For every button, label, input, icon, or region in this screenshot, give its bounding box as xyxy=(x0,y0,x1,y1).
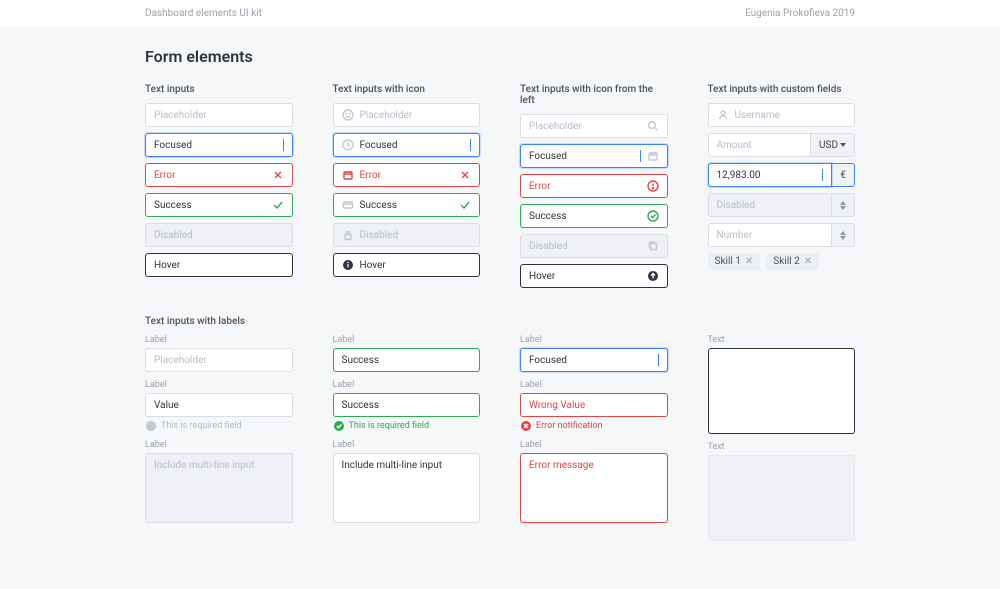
close-icon[interactable]: ✕ xyxy=(745,256,753,267)
labeled-wrong[interactable]: Wrong Value xyxy=(520,393,668,417)
field-hint-success: This is required field xyxy=(333,420,481,432)
page-title: Form elements xyxy=(145,47,855,66)
input-disabled-select: Disabled xyxy=(708,193,856,217)
input-righticon-hover[interactable]: Hover xyxy=(520,264,668,288)
alert-circle-icon xyxy=(647,180,659,192)
labeled-placeholder[interactable]: Placeholder xyxy=(145,348,293,372)
lock-icon xyxy=(342,229,354,241)
input-icon-placeholder[interactable]: Placeholder xyxy=(333,103,481,127)
input-amount-currency[interactable]: Amount USD xyxy=(708,133,856,157)
col-heading-labels: Text inputs with labels xyxy=(145,316,293,327)
multiline-value[interactable]: Include multi-line input xyxy=(333,453,481,523)
field-label: Label xyxy=(520,335,668,345)
labeled-focused[interactable]: Focused xyxy=(520,348,668,372)
field-label: Label xyxy=(333,440,481,450)
info-circle-icon xyxy=(145,420,157,432)
chevron-down-icon[interactable] xyxy=(840,236,846,240)
field-label: Label xyxy=(145,335,293,345)
input-success[interactable]: Success xyxy=(145,193,293,217)
textarea-empty[interactable] xyxy=(708,348,856,434)
error-circle-icon xyxy=(520,420,532,432)
input-righticon-focused[interactable]: Focused xyxy=(520,144,668,168)
labeled-success-hint[interactable]: Success xyxy=(333,393,481,417)
check-circle-icon xyxy=(333,420,345,432)
multiline-placeholder[interactable]: Include multi-line input xyxy=(145,453,293,523)
calendar-icon xyxy=(342,169,354,181)
field-hint: This is required field xyxy=(145,420,293,432)
field-label: Text xyxy=(708,442,856,452)
col-heading-text-inputs-icon: Text inputs with icon xyxy=(333,84,481,95)
tag-skill-2[interactable]: Skill 2✕ xyxy=(766,253,819,270)
col-heading-custom-fields: Text inputs with custom fields xyxy=(708,84,856,95)
upload-circle-icon[interactable] xyxy=(647,270,659,282)
field-label: Label xyxy=(520,380,668,390)
field-label: Label xyxy=(333,380,481,390)
smile-icon xyxy=(342,109,354,121)
card-icon xyxy=(342,199,354,211)
skills-tags[interactable]: Skill 1✕ Skill 2✕ xyxy=(708,253,856,270)
number-stepper[interactable] xyxy=(832,223,855,247)
chevron-down-icon xyxy=(840,143,846,147)
close-icon[interactable]: ✕ xyxy=(804,256,812,267)
calendar-icon[interactable] xyxy=(647,150,659,162)
field-label: Label xyxy=(333,335,481,345)
field-label: Label xyxy=(145,440,293,450)
input-icon-hover[interactable]: Hover xyxy=(333,253,481,277)
textarea-disabled xyxy=(708,455,856,541)
input-righticon-disabled: Disabled xyxy=(520,234,668,258)
close-icon[interactable] xyxy=(272,169,284,181)
field-label: Text xyxy=(708,335,856,345)
col-heading-text-inputs-icon-left: Text inputs with icon from the left xyxy=(520,84,668,106)
input-number-stepper[interactable]: Number xyxy=(708,223,856,247)
kit-title: Dashboard elements UI kit xyxy=(145,8,262,19)
check-circle-icon xyxy=(647,210,659,222)
copy-icon xyxy=(647,240,659,252)
input-righticon-success[interactable]: Success xyxy=(520,204,668,228)
input-righticon-error[interactable]: Error xyxy=(520,174,668,198)
field-hint-error: Error notification xyxy=(520,420,668,432)
input-focused[interactable]: Focused xyxy=(145,133,293,157)
input-value-euro[interactable]: 12,983.00 € xyxy=(708,163,856,187)
euro-badge: € xyxy=(832,163,855,187)
input-username[interactable]: Username xyxy=(708,103,856,127)
tag-skill-1[interactable]: Skill 1✕ xyxy=(708,253,761,270)
close-icon[interactable] xyxy=(459,169,471,181)
clock-icon xyxy=(342,139,354,151)
input-righticon-placeholder[interactable]: Placeholder xyxy=(520,114,668,138)
info-icon xyxy=(342,259,354,271)
col-heading-text-inputs: Text inputs xyxy=(145,84,293,95)
sort-icon xyxy=(840,201,846,210)
input-error[interactable]: Error xyxy=(145,163,293,187)
field-label: Label xyxy=(520,440,668,450)
input-disabled: Disabled xyxy=(145,223,293,247)
input-icon-success[interactable]: Success xyxy=(333,193,481,217)
input-icon-disabled: Disabled xyxy=(333,223,481,247)
check-icon xyxy=(459,199,471,211)
search-icon[interactable] xyxy=(647,120,659,132)
field-label: Label xyxy=(145,380,293,390)
labeled-success[interactable]: Success xyxy=(333,348,481,372)
multiline-error[interactable]: Error message xyxy=(520,453,668,523)
input-icon-focused[interactable]: Focused xyxy=(333,133,481,157)
labeled-value[interactable]: Value xyxy=(145,393,293,417)
currency-select[interactable]: USD xyxy=(811,133,855,157)
input-icon-error[interactable]: Error xyxy=(333,163,481,187)
user-icon xyxy=(717,109,729,121)
kit-credit: Eugenia Prokofieva 2019 xyxy=(745,8,855,19)
chevron-up-icon[interactable] xyxy=(840,231,846,235)
input-hover[interactable]: Hover xyxy=(145,253,293,277)
check-icon xyxy=(272,199,284,211)
input-placeholder[interactable]: Placeholder xyxy=(145,103,293,127)
